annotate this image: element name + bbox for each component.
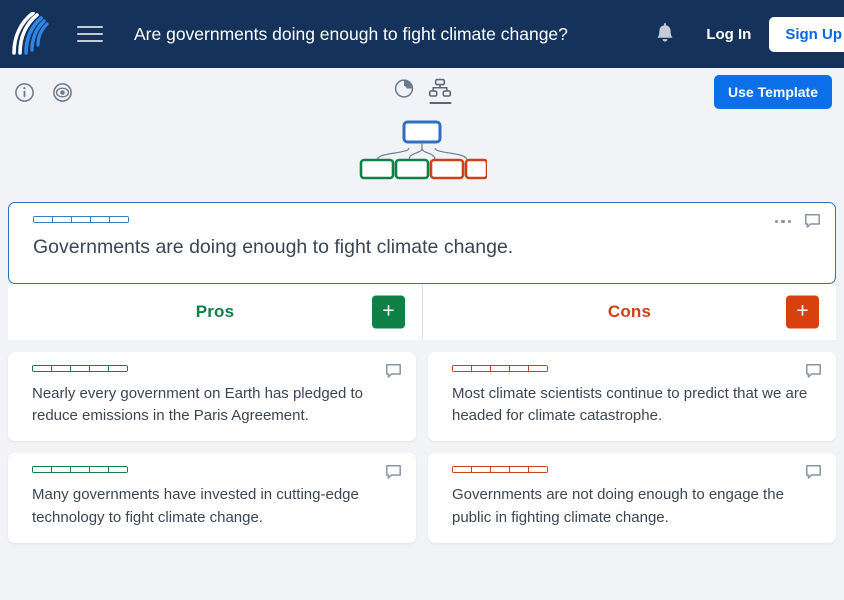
rating-segment [528, 466, 548, 473]
rating-segment [509, 466, 528, 473]
eye-icon[interactable] [50, 80, 74, 104]
argument-text: Governments are not doing enough to enga… [452, 484, 820, 528]
comment-bubble-icon[interactable] [385, 363, 402, 380]
tree-root-node [404, 122, 440, 142]
tree-diagram-preview[interactable] [0, 116, 844, 190]
tree-child-node [466, 160, 487, 178]
con-argument-card[interactable]: Governments are not doing enough to enga… [428, 453, 836, 542]
tree-diagram-icon [429, 78, 452, 99]
login-button[interactable]: Log In [688, 26, 769, 43]
tab-chart-view[interactable] [393, 78, 415, 107]
add-con-button[interactable]: + [786, 296, 819, 329]
page-title: Are governments doing enough to fight cl… [134, 24, 642, 45]
add-pro-button[interactable]: + [372, 296, 405, 329]
view-switcher [393, 78, 452, 107]
tab-tree-view[interactable] [429, 78, 452, 107]
tab-underline [393, 102, 415, 104]
toolbar-right-group: Use Template [714, 75, 832, 109]
rating-segment [528, 365, 548, 372]
rating-segment [509, 365, 528, 372]
argument-rating-bar[interactable] [32, 365, 128, 372]
pie-chart-icon [393, 78, 414, 99]
pro-argument-card[interactable]: Nearly every government on Earth has ple… [8, 352, 416, 441]
comment-bubble-icon[interactable] [805, 363, 822, 380]
rating-segment [89, 466, 108, 473]
rating-segment [452, 365, 471, 372]
rating-segment [471, 466, 490, 473]
rating-segment [109, 216, 129, 223]
argument-text: Many governments have invested in cuttin… [32, 484, 400, 528]
dot [781, 220, 785, 224]
argument-rating-bar[interactable] [452, 365, 548, 372]
nav-right-actions: Log In Sign Up [642, 0, 844, 68]
comment-bubble-icon[interactable] [804, 213, 821, 230]
pros-label: Pros [196, 302, 235, 322]
claim-rating-bar[interactable] [33, 216, 129, 223]
rating-segment [71, 216, 90, 223]
tab-underline [429, 102, 451, 104]
main-claim-card[interactable]: Governments are doing enough to fight cl… [8, 202, 836, 284]
rating-segment [52, 216, 71, 223]
pro-argument-card[interactable]: Many governments have invested in cuttin… [8, 453, 416, 542]
rating-segment [452, 466, 471, 473]
use-template-button[interactable]: Use Template [714, 75, 832, 109]
rating-segment [490, 365, 509, 372]
rating-segment [32, 466, 51, 473]
comment-bubble-icon[interactable] [805, 464, 822, 481]
rating-segment [51, 466, 70, 473]
tree-child-node [431, 160, 463, 178]
dot [775, 220, 779, 224]
con-argument-card[interactable]: Most climate scientists continue to pred… [428, 352, 836, 441]
rating-segment [33, 216, 52, 223]
rating-segment [32, 365, 51, 372]
pros-column-header: Pros + [8, 284, 422, 340]
pros-cons-header: Pros + Cons + [8, 284, 836, 340]
hamburger-line [77, 40, 103, 42]
rating-segment [89, 365, 108, 372]
rating-segment [471, 365, 490, 372]
argument-rating-bar[interactable] [32, 466, 128, 473]
cons-label: Cons [608, 302, 651, 322]
dot [788, 220, 792, 224]
tree-child-node [396, 160, 428, 178]
arguments-grid: Nearly every government on Earth has ple… [0, 340, 844, 543]
waves-logo-icon[interactable] [8, 11, 54, 57]
rating-segment [70, 466, 89, 473]
rating-segment [490, 466, 509, 473]
hamburger-line [77, 33, 103, 35]
argument-text: Nearly every government on Earth has ple… [32, 383, 400, 427]
view-toolbar: Use Template [0, 68, 844, 116]
hamburger-menu-icon[interactable] [70, 14, 110, 54]
argument-rating-bar[interactable] [452, 466, 548, 473]
hamburger-line [77, 26, 103, 28]
claim-text: Governments are doing enough to fight cl… [33, 235, 819, 260]
toolbar-left-group [12, 80, 74, 104]
rating-segment [70, 365, 89, 372]
claim-card-actions [775, 213, 822, 230]
more-options-icon[interactable] [775, 216, 792, 228]
rating-segment [51, 365, 70, 372]
top-navigation-bar: Are governments doing enough to fight cl… [0, 0, 844, 68]
rating-segment [108, 365, 128, 372]
tree-child-node [361, 160, 393, 178]
notification-bell-icon[interactable] [642, 11, 688, 57]
argument-text: Most climate scientists continue to pred… [452, 383, 820, 427]
rating-segment [108, 466, 128, 473]
cons-column-header: Cons + [422, 284, 836, 340]
comment-bubble-icon[interactable] [385, 464, 402, 481]
info-icon[interactable] [12, 80, 36, 104]
signup-button[interactable]: Sign Up [769, 17, 844, 52]
rating-segment [90, 216, 109, 223]
